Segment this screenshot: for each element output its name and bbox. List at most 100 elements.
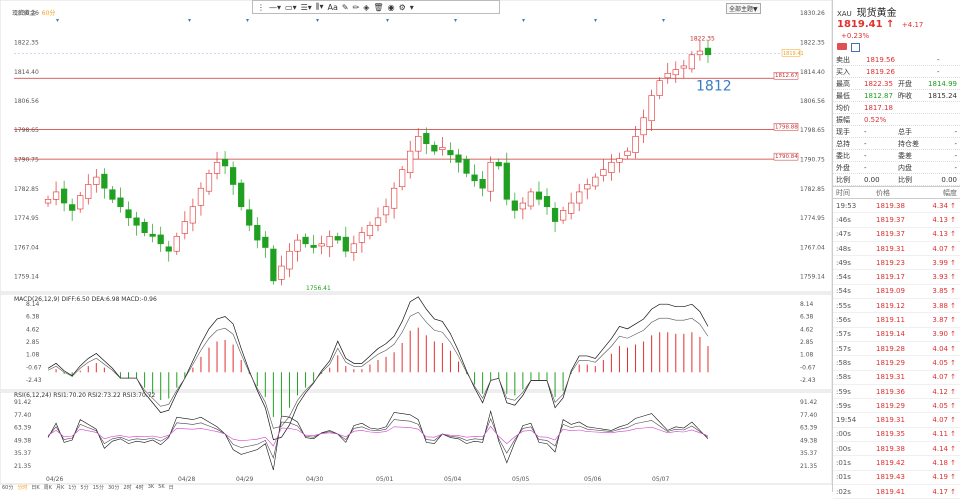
tick-price: 1819.17 [876, 273, 905, 282]
stat-value: - [864, 163, 867, 172]
period-tab[interactable]: 分时 [17, 484, 27, 492]
up-arrow-icon: ↑ [950, 258, 956, 267]
rsi2-line [47, 417, 709, 459]
trash-icon[interactable]: 🗑 [373, 3, 383, 12]
period-tab[interactable]: 日 [169, 484, 174, 492]
period-tab[interactable]: 5分 [80, 484, 88, 492]
up-arrow-icon: ↑ [950, 387, 956, 396]
theme-button[interactable]: 全部主题▼ [726, 3, 761, 14]
tick-change: 3.90 [932, 330, 948, 339]
tick-price: 1819.37 [876, 215, 905, 224]
rsi-tick: 77.40 [14, 412, 31, 419]
candle-body [535, 191, 543, 200]
period-tab[interactable]: 60分 [2, 484, 13, 492]
period-tab[interactable]: 30分 [108, 484, 119, 492]
candle-body [559, 210, 567, 221]
stat-row: 外盘 - 内盘 - [833, 162, 960, 174]
stat-value: - [954, 139, 957, 148]
tick-time: :00s [836, 430, 851, 439]
candle-body [648, 95, 655, 122]
candle-body [487, 161, 494, 192]
tick-row: 19:53 1819.38 4.34 ↑ [833, 199, 960, 214]
candle-body [334, 236, 341, 241]
chevron-down-icon[interactable]: ▾ [410, 3, 414, 12]
session-marker-icon: ▾ [386, 17, 389, 24]
session-marker-icon: ▾ [316, 17, 319, 24]
candle-body [527, 191, 535, 207]
period-tab[interactable]: 3K [148, 484, 154, 492]
stat-label: 昨收 [898, 91, 912, 100]
y-tick-label: 1774.95 [14, 215, 39, 222]
candle-body [117, 197, 124, 208]
y-tick-label: 1806.56 [14, 98, 39, 105]
period-tab[interactable]: 5K [158, 484, 164, 492]
stat-value: 1812.87 [864, 91, 893, 100]
candle-body [254, 224, 261, 241]
rsi-tick: 49.38 [14, 437, 31, 444]
period-tab[interactable]: 日K [31, 484, 39, 492]
tick-row: :01s 1819.42 4.18 ↑ [833, 456, 960, 471]
candle-body [568, 202, 575, 214]
period-tab[interactable]: 15分 [93, 484, 104, 492]
candle-body [616, 158, 623, 163]
hline-label: 1812.67 [775, 73, 798, 79]
price-chart-svg[interactable]: 1830.26 1830.261822.35 1822.351814.40 1814.… [0, 0, 833, 492]
y-tick-label: 1798.65 [14, 127, 39, 134]
candle-body [326, 236, 333, 248]
y-tick-label: 1814.40 [800, 69, 825, 76]
tick-row: 19:54 1819.31 4.07 ↑ [833, 413, 960, 428]
tick-change: 3.93 [932, 273, 948, 282]
gear-icon[interactable]: ⚙ [399, 3, 406, 12]
favorite-icon[interactable] [837, 43, 847, 50]
font-tool[interactable]: Aa [327, 3, 337, 12]
bag-icon[interactable] [851, 43, 860, 52]
tick-price: 1819.09 [876, 287, 905, 296]
period-tab[interactable]: 周K [44, 484, 52, 492]
drag-handle-icon[interactable]: ⋮ [257, 3, 265, 12]
rsi-tick: 91.42 [14, 399, 31, 406]
period-tab[interactable]: 2时 [123, 484, 131, 492]
candle-body [592, 176, 599, 187]
fib-tool-icon[interactable]: ☰▾ [301, 3, 312, 12]
candle-body [551, 207, 559, 222]
up-arrow-icon: ↑ [950, 430, 956, 439]
period-tab[interactable]: 1分 [68, 484, 76, 492]
rect-tool-icon[interactable]: ▭▾ [285, 3, 297, 12]
candle-body [197, 187, 205, 206]
stat-row: 比例 0.00 比例 0.00 [833, 174, 960, 186]
stat-label: 比例 [898, 175, 912, 184]
eye-icon[interactable]: ◉ [388, 3, 395, 12]
stat-value: 0.00 [864, 175, 880, 184]
session-marker-icon: ▾ [56, 17, 59, 24]
macd-tick: 1.08 [800, 352, 814, 359]
pencil-icon[interactable]: ✎ [342, 3, 349, 12]
fill-icon[interactable]: ◈ [363, 3, 369, 12]
candle-body [656, 80, 663, 96]
candle-body [688, 54, 695, 70]
up-arrow-icon: ↑ [950, 473, 956, 482]
up-arrow-icon: ↑ [950, 330, 956, 339]
candle-body [246, 209, 253, 226]
y-tick-label: 1782.85 [14, 186, 39, 193]
brush-icon[interactable]: ✏ [353, 3, 360, 12]
candle-body [600, 169, 607, 176]
tick-row: :55s 1819.12 3.88 ↑ [833, 299, 960, 314]
stat-label: 现手 [836, 127, 850, 136]
stat-value: 1815.24 [928, 91, 957, 100]
y-tick-label: 1822.35 [14, 39, 39, 46]
tick-change: 4.11 [932, 430, 948, 439]
candle-body [399, 169, 406, 188]
period-tab[interactable]: 4时 [136, 484, 144, 492]
stat-label: 总持 [836, 139, 850, 148]
chart-area[interactable]: 1830.26 1830.26 1822.35 1822.35 1814.40 1814.… [0, 0, 833, 492]
stat-value: 1814.99 [928, 79, 957, 88]
line-tool-icon[interactable]: —▾ [269, 3, 281, 12]
candle-body [680, 65, 687, 69]
period-tab[interactable]: 月K [56, 484, 64, 492]
stat-value: - [864, 151, 867, 160]
candle-body [318, 243, 325, 247]
x-tick-label: 05/07 [652, 476, 669, 483]
up-arrow-icon: ↑ [950, 301, 956, 310]
channel-tool-icon[interactable]: ⫼▾ [316, 2, 324, 12]
up-arrow-icon: ↑ [950, 444, 956, 453]
